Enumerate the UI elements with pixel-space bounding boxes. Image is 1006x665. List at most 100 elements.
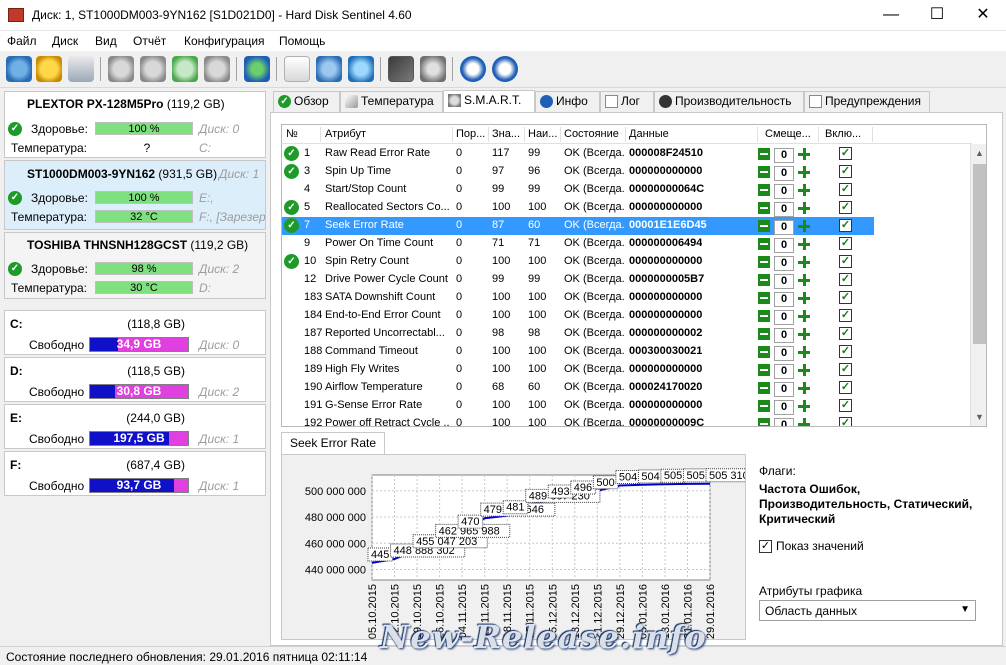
plus-icon[interactable] (798, 364, 810, 376)
tab-overview[interactable]: ✓ Обзор (273, 91, 340, 112)
disk-check-icon[interactable] (140, 56, 166, 82)
offset-stepper[interactable]: 0 (758, 182, 810, 199)
enabled-checkbox[interactable]: ✓ (839, 183, 852, 196)
table-row[interactable]: 188Command Timeout0100100OK (Всегда...00… (282, 343, 874, 361)
offset-stepper[interactable]: 0 (758, 146, 810, 163)
offset-value[interactable]: 0 (774, 364, 794, 379)
table-row[interactable]: 183 SATA Downshift Count 0 100 100 OK (Всегда… (282, 289, 874, 307)
volume-card-f[interactable]: F: (687,4 GB) Свободно 93,7 GB Диск: 1 (4, 451, 266, 496)
close-button[interactable]: ✕ (960, 0, 1006, 30)
enabled-checkbox[interactable]: ✓ (839, 381, 852, 394)
col-status[interactable]: Состояние (564, 128, 619, 140)
plus-icon[interactable] (798, 292, 810, 304)
offset-stepper[interactable]: 0 (758, 200, 810, 217)
enabled-checkbox[interactable]: ✓ (839, 417, 852, 426)
network-icon[interactable] (348, 56, 374, 82)
table-row[interactable]: 192 Power off Retract Cycle ... 0 100 100 OK … (282, 415, 874, 426)
enabled-checkbox[interactable]: ✓ (839, 237, 852, 250)
minus-icon[interactable] (758, 310, 770, 322)
menu-disk[interactable]: Диск (52, 34, 78, 48)
offset-value[interactable]: 0 (774, 238, 794, 253)
table-row[interactable]: 12 Drive Power Cycle Count 0 99 99 OK (Всегда… (282, 271, 874, 289)
disk-tools-icon[interactable] (204, 56, 230, 82)
offset-stepper[interactable]: 0 (758, 218, 810, 235)
menu-view[interactable]: Вид (95, 34, 117, 48)
disk-card-seagate[interactable]: ST1000DM003-9YN162 (931,5 GB) Диск: 1 ✓ … (4, 160, 266, 230)
offset-value[interactable]: 0 (774, 148, 794, 163)
maximize-button[interactable]: ☐ (914, 0, 960, 30)
table-row[interactable]: ✓3Spin Up Time09796OK (Всегда...00000000… (282, 163, 874, 181)
plus-icon[interactable] (798, 274, 810, 286)
offset-stepper[interactable]: 0 (758, 326, 810, 343)
minus-icon[interactable] (758, 328, 770, 340)
enabled-checkbox[interactable]: ✓ (839, 273, 852, 286)
speaker-icon[interactable] (420, 56, 446, 82)
plus-icon[interactable] (798, 166, 810, 178)
disk-card-plextor[interactable]: PLEXTOR PX-128M5Pro (119,2 GB) ✓ Здоровь… (4, 91, 266, 158)
offset-value[interactable]: 0 (774, 184, 794, 199)
offset-stepper[interactable]: 0 (758, 362, 810, 379)
info-icon[interactable] (492, 56, 518, 82)
offset-value[interactable]: 0 (774, 418, 794, 426)
enabled-checkbox[interactable]: ✓ (839, 345, 852, 358)
tab-temperature[interactable]: Температура (340, 91, 443, 112)
tab-warnings[interactable]: Предупреждения (804, 91, 930, 112)
offset-value[interactable]: 0 (774, 382, 794, 397)
col-enabled[interactable]: Вклю... (825, 128, 861, 140)
offset-stepper[interactable]: 0 (758, 290, 810, 307)
table-row[interactable]: 187 Reported Uncorrectabl... 0 98 98 OK (Всег… (282, 325, 874, 343)
plus-icon[interactable] (798, 256, 810, 268)
scrollbar-thumb[interactable] (973, 164, 986, 344)
col-worst[interactable]: Наи... (528, 128, 557, 140)
offset-value[interactable]: 0 (774, 274, 794, 289)
offset-stepper[interactable]: 0 (758, 308, 810, 325)
offset-stepper[interactable]: 0 (758, 236, 810, 253)
minus-icon[interactable] (758, 148, 770, 160)
minus-icon[interactable] (758, 400, 770, 412)
plus-icon[interactable] (798, 220, 810, 232)
offset-stepper[interactable]: 0 (758, 380, 810, 397)
volume-card-c[interactable]: C: (118,8 GB) Свободно 34,9 GB Диск: 0 (4, 310, 266, 355)
col-data[interactable]: Данные (629, 128, 669, 140)
menu-report[interactable]: Отчёт (133, 34, 166, 48)
warning-icon[interactable] (36, 56, 62, 82)
table-row[interactable]: 4Start/Stop Count09999OK (Всегда...00000… (282, 181, 874, 199)
offset-value[interactable]: 0 (774, 202, 794, 217)
table-row[interactable]: 9Power On Time Count07171OK (Всегда...00… (282, 235, 874, 253)
menu-file[interactable]: Файл (7, 34, 37, 48)
enabled-checkbox[interactable]: ✓ (839, 255, 852, 268)
minus-icon[interactable] (758, 292, 770, 304)
tab-info[interactable]: Инфо (535, 91, 600, 112)
table-row[interactable]: 191G-Sense Error Rate 0 100 100 OK (Всегда..… (282, 397, 874, 415)
minus-icon[interactable] (758, 364, 770, 376)
offset-value[interactable]: 0 (774, 256, 794, 271)
table-row[interactable]: ✓ 1 Raw Read Error Rate 0 117 99 OK (Всегда...… (282, 145, 874, 163)
plus-icon[interactable] (798, 346, 810, 358)
enabled-checkbox[interactable]: ✓ (839, 201, 852, 214)
tab-log[interactable]: Лог (600, 91, 654, 112)
offset-stepper[interactable]: 0 (758, 272, 810, 289)
menu-help[interactable]: Помощь (279, 34, 325, 48)
disk-card-toshiba[interactable]: TOSHIBA THNSNH128GCST (119,2 GB) ✓ Здоро… (4, 232, 266, 299)
plus-icon[interactable] (798, 418, 810, 426)
offset-stepper[interactable]: 0 (758, 398, 810, 415)
minus-icon[interactable] (758, 184, 770, 196)
offset-value[interactable]: 0 (774, 328, 794, 343)
enabled-checkbox[interactable]: ✓ (839, 219, 852, 232)
col-offset[interactable]: Смеще... (765, 128, 811, 140)
table-row[interactable]: ✓ 7 Seek Error Rate 0 87 60 OK (Всегда... 00001… (282, 217, 874, 235)
table-row[interactable]: ✓ 5 Reallocated Sectors Co... 0 100 100 OK (Вс… (282, 199, 874, 217)
plus-icon[interactable] (798, 148, 810, 160)
globe-icon[interactable] (244, 56, 270, 82)
minus-icon[interactable] (758, 238, 770, 250)
refresh-icon[interactable] (6, 56, 32, 82)
sync-icon[interactable] (316, 56, 342, 82)
enabled-checkbox[interactable]: ✓ (839, 309, 852, 322)
console-icon[interactable] (388, 56, 414, 82)
plus-icon[interactable] (798, 202, 810, 214)
plus-icon[interactable] (798, 310, 810, 322)
plus-icon[interactable] (798, 328, 810, 340)
table-row[interactable]: ✓ 10 Spin Retry Count 0 100 100 OK (Всегда... 0… (282, 253, 874, 271)
enabled-checkbox[interactable]: ✓ (839, 147, 852, 160)
col-value[interactable]: Зна... (492, 128, 520, 140)
